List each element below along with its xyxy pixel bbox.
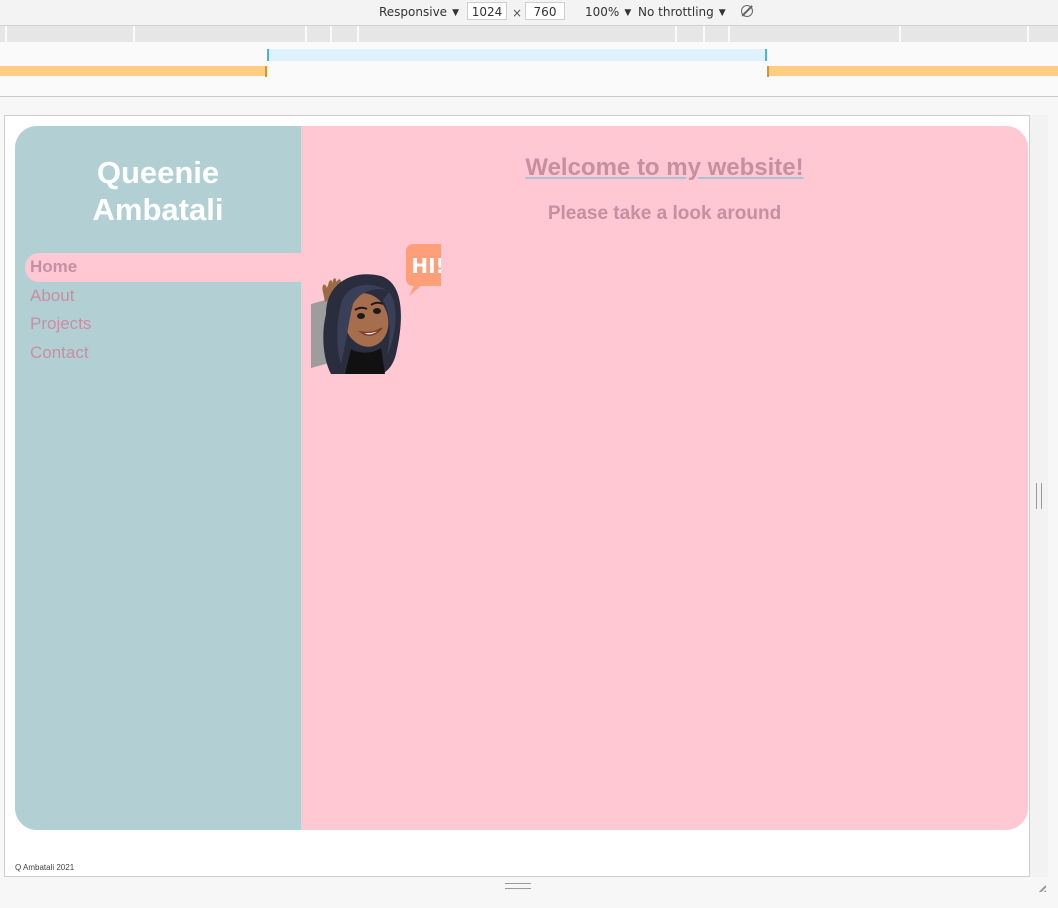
media-query-max-width-bar-right[interactable]: [767, 66, 1058, 76]
sidebar: Queenie Ambatali Home About Projects Con…: [15, 126, 311, 830]
welcome-link[interactable]: Welcome to my website!: [525, 154, 803, 181]
footer-copyright: Q Ambatali 2021: [15, 863, 75, 872]
site-title-line2: Ambatali: [92, 192, 224, 227]
website-container: Queenie Ambatali Home About Projects Con…: [15, 126, 1028, 830]
rotate-icon[interactable]: [741, 5, 753, 17]
zoom-select[interactable]: 100% ▼: [585, 5, 631, 19]
nav-item-contact[interactable]: Contact: [25, 339, 301, 368]
media-query-tick: [767, 66, 769, 77]
nav-menu: Home About Projects Contact: [25, 253, 311, 368]
device-select[interactable]: Responsive ▼: [379, 5, 459, 19]
media-query-tick: [265, 66, 267, 77]
media-query-ruler[interactable]: [0, 26, 1058, 42]
device-label: Responsive: [379, 5, 448, 19]
media-query-min-width-bar[interactable]: [267, 49, 767, 61]
resize-handle-icon[interactable]: [1036, 483, 1042, 509]
resize-handle-icon[interactable]: [1032, 878, 1046, 892]
zoom-label: 100%: [585, 5, 620, 19]
throttle-select[interactable]: No throttling ▼: [638, 5, 726, 19]
site-title: Queenie Ambatali: [15, 154, 301, 228]
chevron-down-icon: ▼: [624, 8, 632, 18]
nav-item-home[interactable]: Home: [25, 253, 311, 282]
speech-bubble-icon: HI!: [406, 244, 441, 296]
page-subtitle: Please take a look around: [547, 203, 782, 224]
bubble-text: HI!: [411, 254, 441, 278]
dimension-separator: ×: [512, 6, 523, 20]
main-content: Welcome to my website! Please take a loo…: [301, 126, 1028, 830]
devtools-toolbar: Responsive ▼ 1024 × 760 100% ▼ No throttli…: [0, 0, 1058, 26]
chevron-down-icon: ▼: [718, 8, 726, 18]
nav-item-projects[interactable]: Projects: [25, 310, 301, 339]
media-query-max-width-bar-left[interactable]: [0, 66, 266, 76]
site-title-line1: Queenie: [96, 155, 220, 190]
viewport-height-input[interactable]: 760: [525, 2, 565, 20]
nav-item-about[interactable]: About: [25, 282, 301, 311]
avatar-image: HI!: [311, 244, 441, 374]
page-title: Welcome to my website!: [301, 154, 1028, 182]
resize-handle-icon[interactable]: [505, 883, 531, 889]
viewport-width-input[interactable]: 1024: [467, 2, 507, 20]
chevron-down-icon: ▼: [452, 8, 459, 18]
throttle-label: No throttling: [638, 5, 714, 19]
